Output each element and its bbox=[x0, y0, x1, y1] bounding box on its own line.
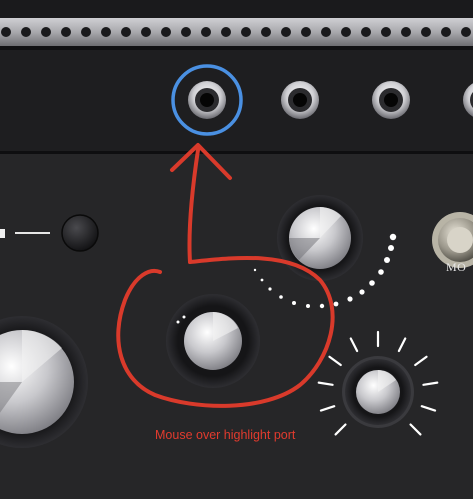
module-rack-view: Mouse over highlight port MO bbox=[0, 0, 473, 499]
annotation-overlay bbox=[116, 143, 335, 408]
annotation-arrowhead bbox=[170, 143, 232, 180]
annotation-lasso bbox=[116, 255, 335, 408]
mode-label: MO bbox=[446, 260, 467, 274]
annotation-arrow bbox=[187, 148, 200, 264]
annotation-caption: Mouse over highlight port bbox=[155, 428, 296, 442]
